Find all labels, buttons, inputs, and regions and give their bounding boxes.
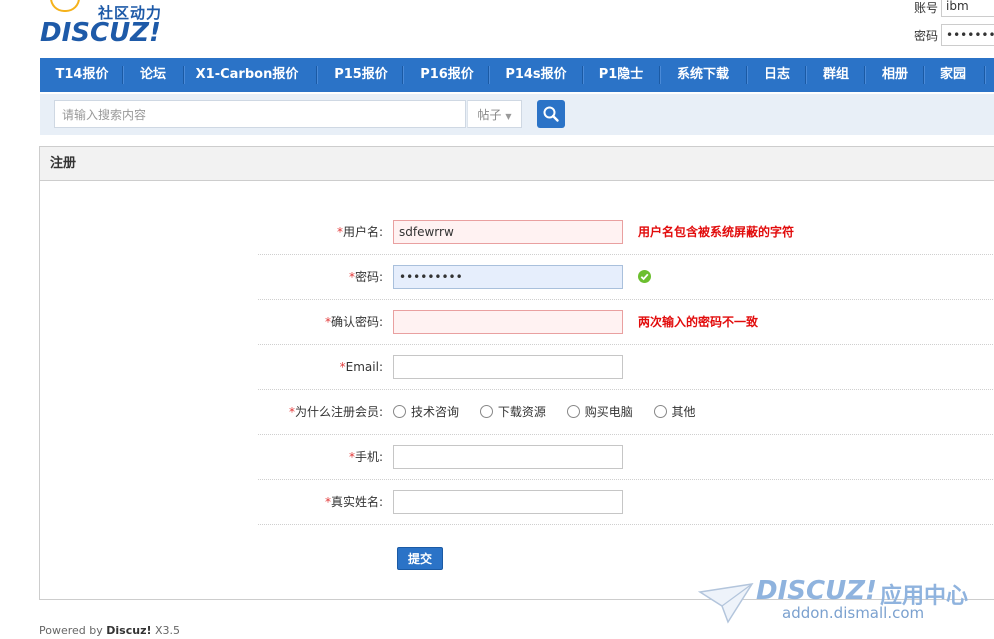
footer-version: X3.5 — [155, 624, 181, 637]
form-row-realname: *真实姓名: — [258, 480, 994, 525]
nav-divider — [746, 66, 748, 84]
nav-item-p1[interactable]: P1隐士 — [585, 58, 657, 92]
form-row-confirm-password: *确认密码: 两次输入的密码不一致 — [258, 300, 994, 345]
nav-item-album[interactable]: 相册 — [867, 58, 923, 92]
nav-item-p15[interactable]: P15报价 — [319, 58, 403, 92]
username-label: *用户名: — [337, 210, 383, 254]
watermark: DISCUZ! 应用中心 addon.dismall.com — [698, 576, 988, 626]
footer-brand-link[interactable]: Discuz! — [106, 624, 151, 637]
search-icon — [543, 106, 559, 122]
search-button[interactable] — [537, 100, 565, 128]
password-label: 密码 — [914, 29, 939, 43]
nav-item-x1-carbon[interactable]: X1-Carbon报价 — [186, 58, 308, 92]
nav-divider — [183, 66, 185, 84]
submit-button[interactable]: 提交 — [397, 547, 443, 570]
radio-label: 其他 — [671, 405, 696, 419]
check-icon — [638, 270, 651, 283]
nav-item-t14[interactable]: T14报价 — [45, 58, 119, 92]
form-row-phone: *手机: — [258, 435, 994, 480]
phone-field[interactable] — [393, 445, 623, 469]
password-input[interactable]: •••••••••• — [941, 24, 994, 46]
username-error: 用户名包含被系统屏蔽的字符 — [638, 225, 795, 239]
form-row-password: *密码: ••••••••• — [258, 255, 994, 300]
radio-circle[interactable] — [479, 405, 493, 418]
main-nav: T14报价 论坛 X1-Carbon报价 P15报价 P16报价 P14s报价 … — [40, 58, 994, 92]
password-field[interactable]: ••••••••• — [393, 265, 623, 289]
nav-item-system-download[interactable]: 系统下载 — [662, 58, 744, 92]
nav-divider — [805, 66, 807, 84]
chevron-down-icon: ▼ — [505, 112, 512, 121]
paper-plane-icon — [698, 583, 754, 624]
search-input[interactable]: 请输入搜索内容 — [54, 100, 466, 128]
email-field[interactable] — [393, 355, 623, 379]
reason-radio-group: 技术咨询 下载资源 购买电脑 其他 — [393, 390, 713, 434]
form-row-reason: *为什么注册会员: 技术咨询 下载资源 购买电脑 其他 — [258, 390, 994, 435]
account-input[interactable]: ibm — [941, 0, 994, 17]
logo-wordmark: DISCUZ! — [40, 18, 161, 48]
radio-buy-computer[interactable]: 购买电脑 — [566, 390, 633, 434]
panel-header: 注册 — [40, 147, 994, 181]
nav-item-home[interactable]: 家园 — [926, 58, 980, 92]
register-panel: 注册 *用户名: sdfewrrw 用户名包含被系统屏蔽的字符 *密码: •••… — [39, 146, 994, 600]
phone-label-text: 手机: — [354, 450, 383, 464]
nav-divider — [316, 66, 318, 84]
nav-divider — [582, 66, 584, 84]
search-type-select[interactable]: 帖子 ▼ — [467, 100, 522, 128]
realname-field[interactable] — [393, 490, 623, 514]
nav-item-forum[interactable]: 论坛 — [125, 58, 181, 92]
confirm-password-field[interactable] — [393, 310, 623, 334]
form-row-username: *用户名: sdfewrrw 用户名包含被系统屏蔽的字符 — [258, 210, 994, 255]
nav-item-groups[interactable]: 群组 — [808, 58, 864, 92]
email-label: *Email: — [340, 345, 383, 389]
nav-item-blog[interactable]: 日志 — [749, 58, 805, 92]
nav-divider — [402, 66, 404, 84]
confirm-password-label-text: 确认密码: — [330, 315, 383, 329]
search-type-label: 帖子 — [477, 108, 502, 122]
radio-circle[interactable] — [653, 405, 667, 418]
radio-label: 购买电脑 — [584, 405, 633, 419]
password-label-text: 密码: — [354, 270, 383, 284]
logo-bubble-icon — [50, 0, 80, 12]
nav-divider — [488, 66, 490, 84]
watermark-url: addon.dismall.com — [782, 604, 925, 622]
realname-label-text: 真实姓名: — [330, 495, 383, 509]
confirm-password-label: *确认密码: — [325, 300, 383, 344]
account-label: 账号 — [914, 1, 939, 15]
footer-powered-by: Powered by Discuz! X3.5 — [39, 624, 180, 637]
password-label: *密码: — [349, 255, 383, 299]
username-input[interactable]: sdfewrrw — [393, 220, 623, 244]
search-bar: 请输入搜索内容 帖子 ▼ — [40, 94, 994, 135]
nav-divider — [122, 66, 124, 84]
form-row-email: *Email: — [258, 345, 994, 390]
nav-divider — [984, 66, 986, 84]
nav-divider — [659, 66, 661, 84]
radio-tech-consult[interactable]: 技术咨询 — [393, 390, 459, 434]
email-label-text: Email: — [345, 360, 383, 374]
radio-other[interactable]: 其他 — [653, 390, 696, 434]
radio-circle[interactable] — [566, 405, 580, 418]
footer-powered-text: Powered by — [39, 624, 103, 637]
realname-label: *真实姓名: — [325, 480, 383, 524]
nav-divider — [864, 66, 866, 84]
nav-item-p16[interactable]: P16报价 — [405, 58, 489, 92]
site-logo[interactable]: 社区动力 DISCUZ! — [40, 0, 180, 50]
radio-label: 下载资源 — [497, 405, 546, 419]
radio-label: 技术咨询 — [411, 405, 460, 419]
phone-label: *手机: — [349, 435, 383, 479]
radio-circle[interactable] — [393, 405, 406, 418]
nav-item-p14s[interactable]: P14s报价 — [491, 58, 581, 92]
reason-label: *为什么注册会员: — [289, 390, 383, 434]
watermark-brand: DISCUZ! — [756, 576, 877, 606]
radio-download[interactable]: 下载资源 — [479, 390, 546, 434]
username-label-text: 用户名: — [342, 225, 383, 239]
confirm-password-error: 两次输入的密码不一致 — [638, 315, 759, 329]
panel-title: 注册 — [50, 156, 77, 171]
reason-label-text: 为什么注册会员: — [294, 405, 383, 419]
nav-divider — [923, 66, 925, 84]
